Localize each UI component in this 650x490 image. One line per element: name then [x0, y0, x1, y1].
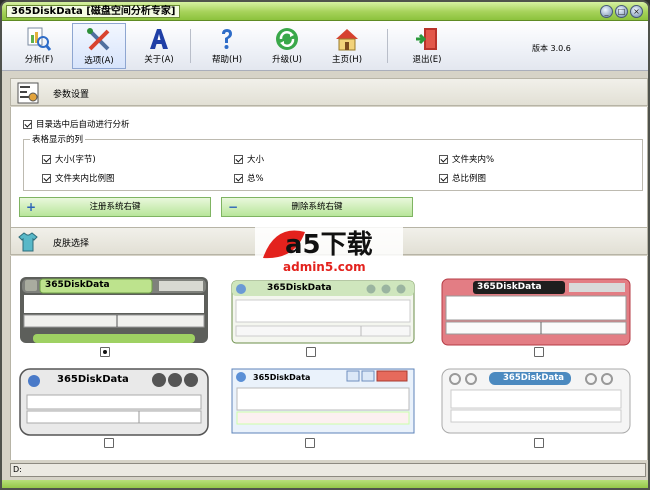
skin-shirt-icon: [18, 232, 38, 252]
exit-label: 退出(E): [412, 55, 442, 65]
home-icon: [336, 29, 358, 51]
app-window: 365DiskData [磁盘空间分析专家] _ □ × 分析(F) 选项(A): [0, 0, 650, 490]
column-label: 总比例图: [452, 174, 487, 184]
bottom-border: [2, 480, 648, 488]
title-bar: 365DiskData [磁盘空间分析专家] _ □ ×: [2, 2, 648, 21]
toolbar-separator: [190, 29, 191, 63]
params-panel: 目录选中后自动进行分析 表格显示的列 大小(字节) 大小 文件夹内% 文件夹内比…: [10, 107, 648, 227]
skin-radio-3[interactable]: [534, 347, 544, 357]
toolbar: 分析(F) 选项(A) 关于(A) 帮助(H) 升级(U) 主页(H) 退出(E…: [2, 21, 648, 71]
maximize-icon[interactable]: □: [615, 5, 628, 18]
upgrade-button[interactable]: 升级(U): [260, 23, 314, 69]
register-context-menu-label: 注册系统右键: [89, 202, 141, 212]
skin-name: 365DiskData: [57, 374, 129, 385]
status-bar: D:: [10, 463, 646, 477]
version-text: 版本 3.0.6: [532, 44, 571, 53]
help-question-icon: [222, 29, 232, 49]
column-option-size[interactable]: 大小: [234, 153, 264, 165]
help-button[interactable]: 帮助(H): [200, 23, 254, 69]
minus-icon: −: [228, 200, 239, 214]
upgrade-refresh-icon: [276, 28, 298, 50]
watermark-brand: a5下载: [285, 230, 373, 260]
column-label: 文件夹内%: [452, 155, 495, 165]
skins-section-title: 皮肤选择: [53, 239, 90, 249]
about-a-icon: [150, 29, 168, 49]
remove-context-menu-label: 删除系统右键: [291, 202, 343, 212]
column-label: 文件夹内比例图: [55, 174, 115, 184]
minimize-icon[interactable]: _: [600, 5, 613, 18]
watermark-logo: a5下载 admin5.com: [255, 218, 403, 280]
skin-name: 365DiskData: [267, 283, 332, 293]
remove-context-menu-button[interactable]: − 删除系统右键: [221, 197, 413, 217]
skin-preview-3[interactable]: 365DiskData: [441, 278, 631, 346]
skin-name: 365DiskData: [503, 373, 565, 383]
analyze-button[interactable]: 分析(F): [12, 23, 66, 69]
skin-name: 365DiskData: [45, 280, 110, 290]
auto-analyze-label: 目录选中后自动进行分析: [36, 120, 130, 130]
skin-name: 365DiskData: [477, 282, 542, 292]
column-checkbox[interactable]: [234, 174, 243, 183]
skin-name: 365DiskData: [253, 373, 311, 382]
watermark-url: admin5.com: [283, 260, 366, 274]
column-option-folder-percent[interactable]: 文件夹内%: [439, 153, 494, 165]
column-option-total-chart[interactable]: 总比例图: [439, 172, 486, 184]
column-option-folder-chart[interactable]: 文件夹内比例图: [42, 172, 115, 184]
analyze-label: 分析(F): [24, 55, 54, 65]
skin-radio-4[interactable]: [104, 438, 114, 448]
column-label: 大小(字节): [55, 155, 96, 165]
params-section-header: 参数设置: [10, 78, 648, 106]
about-button[interactable]: 关于(A): [132, 23, 186, 69]
column-label: 大小: [247, 155, 265, 165]
column-checkbox[interactable]: [234, 155, 243, 164]
toolbar-separator: [387, 29, 388, 63]
column-checkbox[interactable]: [42, 155, 51, 164]
column-checkbox[interactable]: [439, 155, 448, 164]
auto-analyze-option[interactable]: 目录选中后自动进行分析: [23, 118, 130, 130]
options-button[interactable]: 选项(A): [72, 23, 126, 69]
column-checkbox[interactable]: [439, 174, 448, 183]
column-option-total-percent[interactable]: 总%: [234, 172, 264, 184]
skin-radio-1[interactable]: [100, 347, 110, 357]
options-label: 选项(A): [84, 56, 114, 66]
window-title: 365DiskData [磁盘空间分析专家]: [6, 5, 181, 18]
upgrade-label: 升级(U): [272, 55, 302, 65]
skin-preview-6[interactable]: 365DiskData: [441, 368, 631, 434]
skin-preview-2[interactable]: 365DiskData: [231, 280, 415, 344]
column-label: 总%: [247, 174, 264, 184]
column-option-size-bytes[interactable]: 大小(字节): [42, 153, 96, 165]
params-section-title: 参数设置: [53, 90, 90, 100]
skin-radio-2[interactable]: [306, 347, 316, 357]
column-checkbox[interactable]: [42, 174, 51, 183]
help-label: 帮助(H): [211, 55, 243, 65]
exit-door-icon: [416, 28, 437, 50]
analyze-magnifier-icon: [27, 27, 52, 51]
homepage-button[interactable]: 主页(H): [320, 23, 374, 69]
skin-radio-6[interactable]: [534, 438, 544, 448]
register-context-menu-button[interactable]: + 注册系统右键: [19, 197, 211, 217]
skins-panel: 365DiskData 365DiskData 365DiskData 365D…: [10, 256, 648, 460]
columns-groupbox: 表格显示的列 大小(字节) 大小 文件夹内% 文件夹内比例图 总% 总比例图: [23, 133, 643, 191]
tools-options-icon: [87, 28, 110, 51]
plus-icon: +: [26, 200, 37, 214]
close-icon[interactable]: ×: [630, 5, 643, 18]
columns-legend: 表格显示的列: [30, 133, 86, 145]
exit-button[interactable]: 退出(E): [400, 23, 454, 69]
homepage-label: 主页(H): [331, 55, 363, 65]
skin-preview-5[interactable]: 365DiskData: [231, 368, 415, 434]
settings-panel-icon: [17, 82, 39, 104]
skin-preview-4[interactable]: 365DiskData: [19, 368, 209, 436]
auto-analyze-checkbox[interactable]: [23, 120, 32, 129]
about-label: 关于(A): [144, 55, 174, 65]
skin-radio-5[interactable]: [305, 438, 315, 448]
skin-preview-1[interactable]: 365DiskData: [19, 276, 209, 346]
